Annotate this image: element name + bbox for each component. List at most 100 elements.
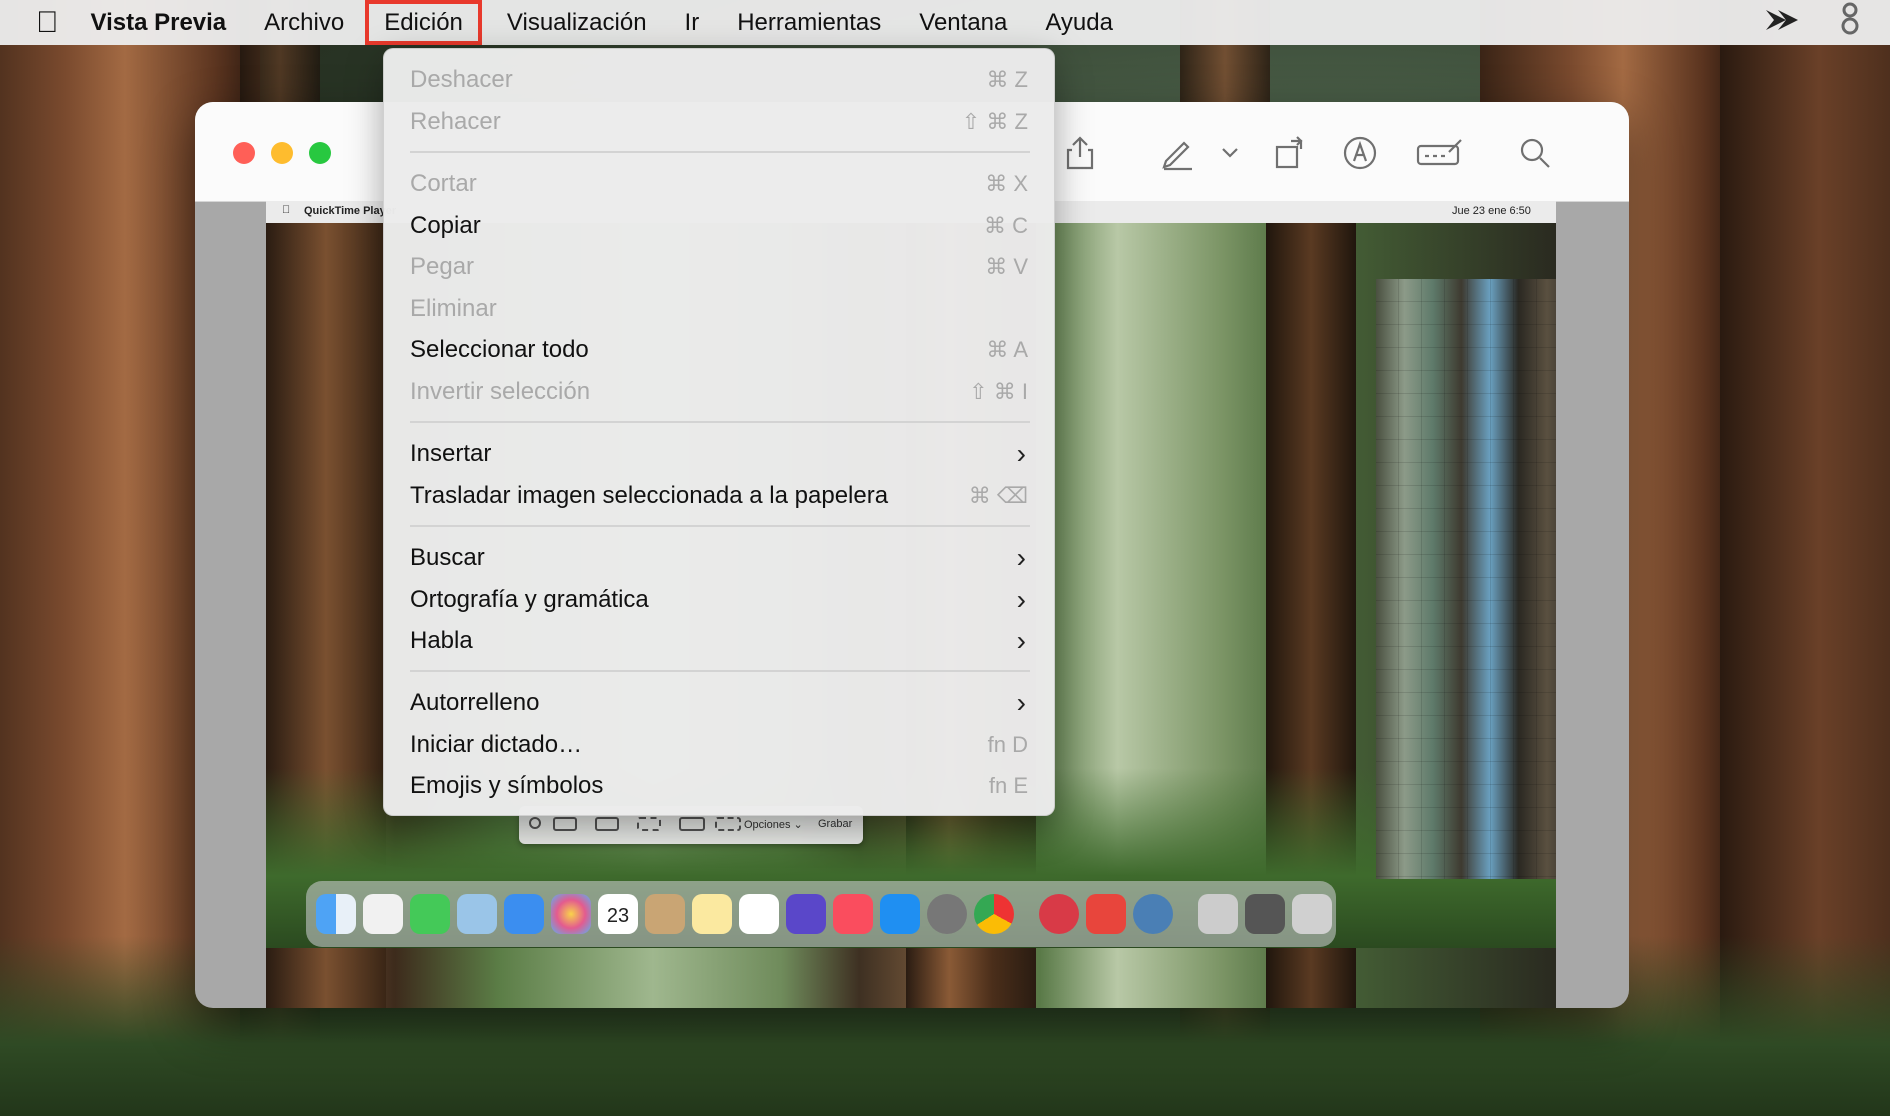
sign-icon[interactable] (1410, 128, 1470, 178)
menu-item-label: Habla (410, 627, 473, 654)
search-icon[interactable] (1510, 128, 1560, 178)
close-icon (529, 817, 541, 829)
messages-icon (410, 894, 450, 934)
apple-menu-icon[interactable]:  (0, 0, 89, 45)
capture-selection-icon (637, 817, 661, 831)
menu-item-trasladar-papelera[interactable]: Trasladar imagen seleccionada a la papel… (410, 476, 1030, 516)
menu-separator (410, 151, 1030, 153)
menu-separator (410, 670, 1030, 672)
image-dock: 23 (306, 881, 1336, 947)
capture-options: Opciones ⌄ (744, 819, 803, 831)
screenshot-thumbnail-icon (1245, 894, 1285, 934)
freeform-icon (739, 894, 779, 934)
menu-edicion[interactable]: Edición (365, 0, 482, 45)
menu-visualizacion[interactable]: Visualización (488, 0, 666, 45)
menu-item-insertar[interactable]: Insertar › (410, 434, 1030, 474)
record-screen-icon (679, 817, 705, 831)
menubar:  Vista Previa Archivo Edición Visualiza… (0, 0, 1890, 45)
music-icon (833, 894, 873, 934)
close-button[interactable] (233, 142, 255, 164)
menu-item-pegar[interactable]: Pegar ⌘ V (410, 247, 1030, 287)
photos-icon (551, 894, 591, 934)
menu-herramientas[interactable]: Herramientas (718, 0, 900, 45)
menu-item-habla[interactable]: Habla › (410, 621, 1030, 661)
chevron-right-icon: › (1016, 542, 1026, 573)
menu-item-cortar[interactable]: Cortar ⌘ X (410, 164, 1030, 204)
minimize-button[interactable] (271, 142, 293, 164)
menu-ventana[interactable]: Ventana (900, 0, 1026, 45)
shortcut-label: ⌘ C (984, 213, 1028, 238)
obsidian-icon (786, 894, 826, 934)
menu-item-label: Invertir selección (410, 378, 591, 405)
quicktime-icon (1133, 894, 1173, 934)
shortcut-label: ⇧ ⌘ I (969, 379, 1028, 404)
menu-item-label: Copiar (410, 212, 481, 239)
menu-item-buscar[interactable]: Buscar › (410, 538, 1030, 578)
pixelated-region (1376, 279, 1556, 879)
menu-item-label: Eliminar (410, 295, 497, 322)
menu-item-label: Cortar (410, 170, 477, 197)
shortcut-label: fn E (988, 773, 1028, 798)
menu-item-emojis[interactable]: Emojis y símbolos fn E (410, 766, 1030, 806)
menu-separator (410, 525, 1030, 527)
menu-item-label: Emojis y símbolos (410, 772, 604, 799)
menu-item-label: Insertar (410, 440, 492, 467)
maps-icon (457, 894, 497, 934)
shortcut-label: ⌘ X (985, 171, 1028, 196)
capture-window-icon (595, 817, 619, 831)
status-app-icon[interactable] (1840, 2, 1860, 43)
menu-item-label: Autorrelleno (410, 689, 540, 716)
chevron-right-icon: › (1016, 625, 1026, 656)
menu-item-label: Seleccionar todo (410, 336, 589, 363)
image-clock: Jue 23 ene 6:50 (1452, 205, 1531, 217)
capture-screen-icon (553, 817, 577, 831)
menu-item-copiar[interactable]: Copiar ⌘ C (410, 206, 1030, 246)
zoom-button[interactable] (309, 142, 331, 164)
menu-item-rehacer[interactable]: Rehacer ⇧ ⌘ Z (410, 102, 1030, 142)
menu-item-seleccionar-todo[interactable]: Seleccionar todo ⌘ A (410, 330, 1030, 370)
markup-pen-icon[interactable] (1153, 128, 1203, 178)
finder-icon (316, 894, 356, 934)
menu-item-eliminar[interactable]: Eliminar (410, 289, 1030, 329)
chevron-right-icon: › (1016, 687, 1026, 718)
menu-item-invertir-seleccion[interactable]: Invertir selección ⇧ ⌘ I (410, 372, 1030, 412)
document-thumbnail-icon (1198, 894, 1238, 934)
menu-app-name[interactable]: Vista Previa (89, 0, 246, 45)
menu-item-autorrelleno[interactable]: Autorrelleno › (410, 683, 1030, 723)
arrow-app-icon[interactable] (1764, 7, 1804, 39)
menu-item-deshacer[interactable]: Deshacer ⌘ Z (410, 60, 1030, 100)
record-selection-icon (715, 817, 741, 831)
menu-item-label: Pegar (410, 253, 475, 280)
menu-item-ortografia[interactable]: Ortografía y gramática › (410, 580, 1030, 620)
edit-menu: Deshacer ⌘ Z Rehacer ⇧ ⌘ Z Cortar ⌘ X Co… (383, 48, 1055, 816)
menu-item-label: Deshacer (410, 66, 513, 93)
menu-item-label: Ortografía y gramática (410, 586, 649, 613)
arrow-app-dock-icon (1039, 894, 1079, 934)
launchpad-icon (363, 894, 403, 934)
menu-ir[interactable]: Ir (666, 0, 719, 45)
menu-item-label: Iniciar dictado… (410, 731, 583, 758)
capture-record: Grabar (818, 818, 853, 830)
menu-archivo[interactable]: Archivo (245, 0, 363, 45)
notes-icon (692, 894, 732, 934)
shortcut-label: ⌘ ⌫ (968, 483, 1028, 508)
chevron-right-icon: › (1016, 438, 1026, 469)
trash-icon (1292, 894, 1332, 934)
menu-ayuda[interactable]: Ayuda (1026, 0, 1132, 45)
menu-item-label: Buscar (410, 544, 485, 571)
mail-icon (504, 894, 544, 934)
annotate-icon[interactable] (1335, 128, 1385, 178)
app-store-icon (880, 894, 920, 934)
shortcut-label: fn D (987, 732, 1028, 757)
chevron-right-icon: › (1016, 584, 1026, 615)
photo-booth-icon (1086, 894, 1126, 934)
settings-icon (927, 894, 967, 934)
menubar-status-area (1764, 0, 1890, 45)
chevron-down-icon[interactable] (1210, 128, 1250, 178)
share-icon[interactable] (1055, 128, 1105, 178)
menu-item-iniciar-dictado[interactable]: Iniciar dictado… fn D (410, 725, 1030, 765)
rotate-icon[interactable] (1265, 128, 1315, 178)
contacts-icon (645, 894, 685, 934)
shortcut-label: ⌘ Z (986, 67, 1028, 92)
menu-item-label: Rehacer (410, 108, 501, 135)
